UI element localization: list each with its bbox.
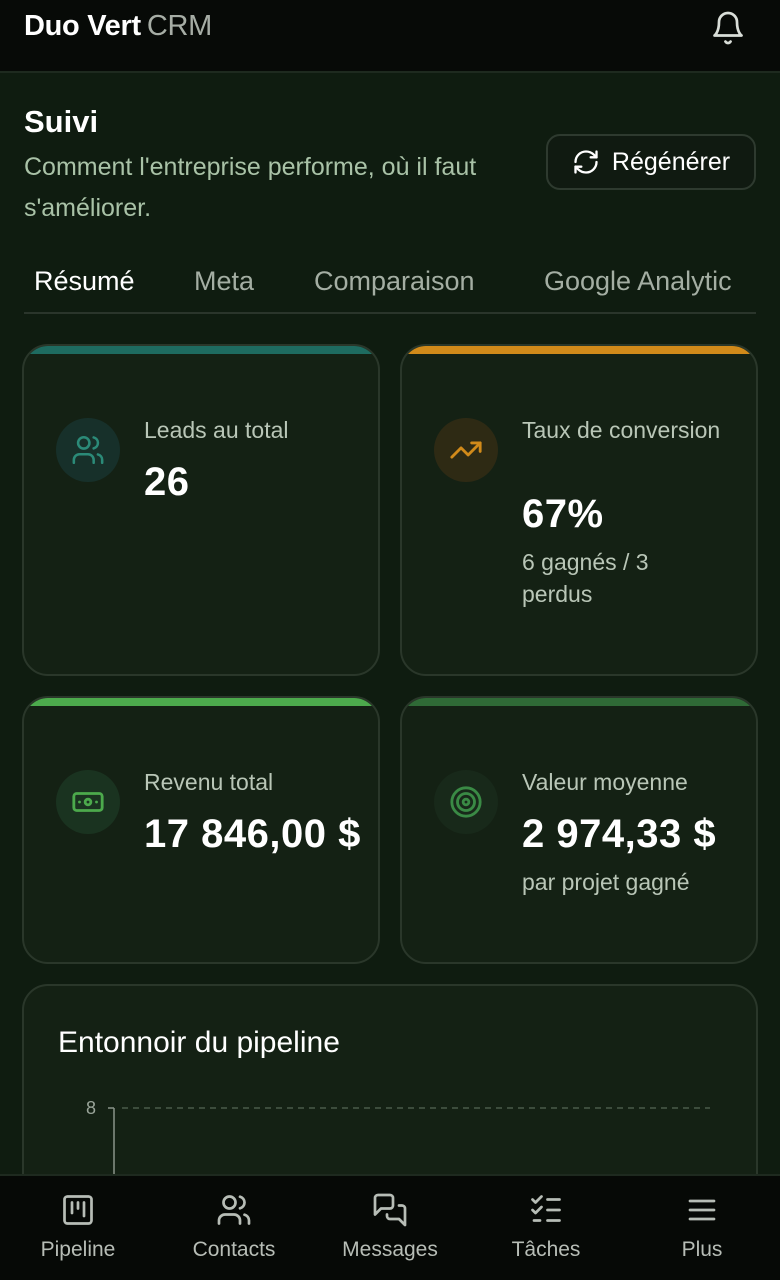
conversion-label: Taux de conversion — [522, 417, 721, 443]
leads-label: Leads au total — [144, 417, 289, 443]
menu-icon — [688, 1199, 716, 1221]
regenerate-button[interactable]: Régénérer — [546, 134, 756, 190]
y-tick-label: 8 — [86, 1098, 96, 1118]
users-icon — [217, 1195, 251, 1225]
trending-up-icon — [450, 441, 482, 459]
checklist-icon — [531, 1195, 561, 1222]
average-value-card: Valeur moyenne 2 974,33 $ par projet gag… — [400, 696, 758, 964]
conversion-card: Taux de conversion 67% 6 gagnés / 3 perd… — [400, 344, 758, 676]
revenue-icon-wrap — [56, 770, 120, 834]
kanban-icon — [63, 1195, 93, 1225]
brand-suffix: CRM — [146, 10, 212, 42]
card-accent — [24, 346, 378, 354]
conversion-sub: 6 gagnés / 3 perdus — [522, 549, 649, 607]
messages-icon — [373, 1193, 407, 1227]
nav-label: Pipeline — [40, 1238, 116, 1261]
nav-pipeline[interactable]: Pipeline — [0, 1176, 156, 1280]
average-sub: par projet gagné — [522, 869, 690, 895]
revenue-label: Revenu total — [144, 769, 274, 795]
nav-messages[interactable]: Messages — [312, 1176, 468, 1280]
nav-more[interactable]: Plus — [624, 1176, 780, 1280]
users-icon — [72, 435, 104, 465]
conversion-icon-wrap — [434, 418, 498, 482]
leads-icon-wrap — [56, 418, 120, 482]
nav-label: Tâches — [511, 1238, 581, 1261]
conversion-value: 67% — [522, 492, 604, 536]
nav-label: Messages — [342, 1238, 438, 1261]
nav-contacts[interactable]: Contacts — [156, 1176, 312, 1280]
top-bar: Duo Vert CRM — [0, 0, 780, 73]
nav-label: Contacts — [192, 1238, 276, 1261]
brand-logo[interactable]: Duo Vert CRM — [24, 10, 212, 43]
leads-value: 26 — [144, 460, 190, 504]
revenue-value: 17 846,00 $ — [144, 812, 361, 856]
leads-card: Leads au total 26 — [22, 344, 380, 676]
banknote-icon — [72, 792, 104, 812]
page-title: Suivi — [24, 104, 99, 139]
tab-google-analytics[interactable]: Google Analytic — [544, 266, 732, 297]
card-accent — [402, 346, 756, 354]
tab-bar: Résumé Meta Comparaison Google Analytic — [24, 254, 756, 314]
tab-comparaison[interactable]: Comparaison — [314, 266, 475, 297]
refresh-icon — [574, 150, 598, 174]
bell-icon — [713, 11, 743, 45]
regenerate-label: Régénérer — [611, 147, 731, 176]
average-label: Valeur moyenne — [522, 769, 688, 795]
nav-label: Plus — [681, 1238, 723, 1261]
average-value: 2 974,33 $ — [522, 812, 717, 856]
tab-resume[interactable]: Résumé — [34, 266, 135, 297]
tab-meta[interactable]: Meta — [194, 266, 254, 297]
card-accent — [24, 698, 378, 706]
nav-tasks[interactable]: Tâches — [468, 1176, 624, 1280]
notifications-button[interactable] — [710, 10, 746, 46]
average-icon-wrap — [434, 770, 498, 834]
target-icon — [450, 786, 482, 818]
brand-name: Duo Vert — [24, 10, 141, 42]
card-accent — [402, 698, 756, 706]
page-subtitle: Comment l'entreprise performe, où il fau… — [24, 153, 477, 222]
bottom-navigation: Pipeline Contacts Messages Tâches Plus — [0, 1174, 780, 1280]
revenue-card: Revenu total 17 846,00 $ — [22, 696, 380, 964]
